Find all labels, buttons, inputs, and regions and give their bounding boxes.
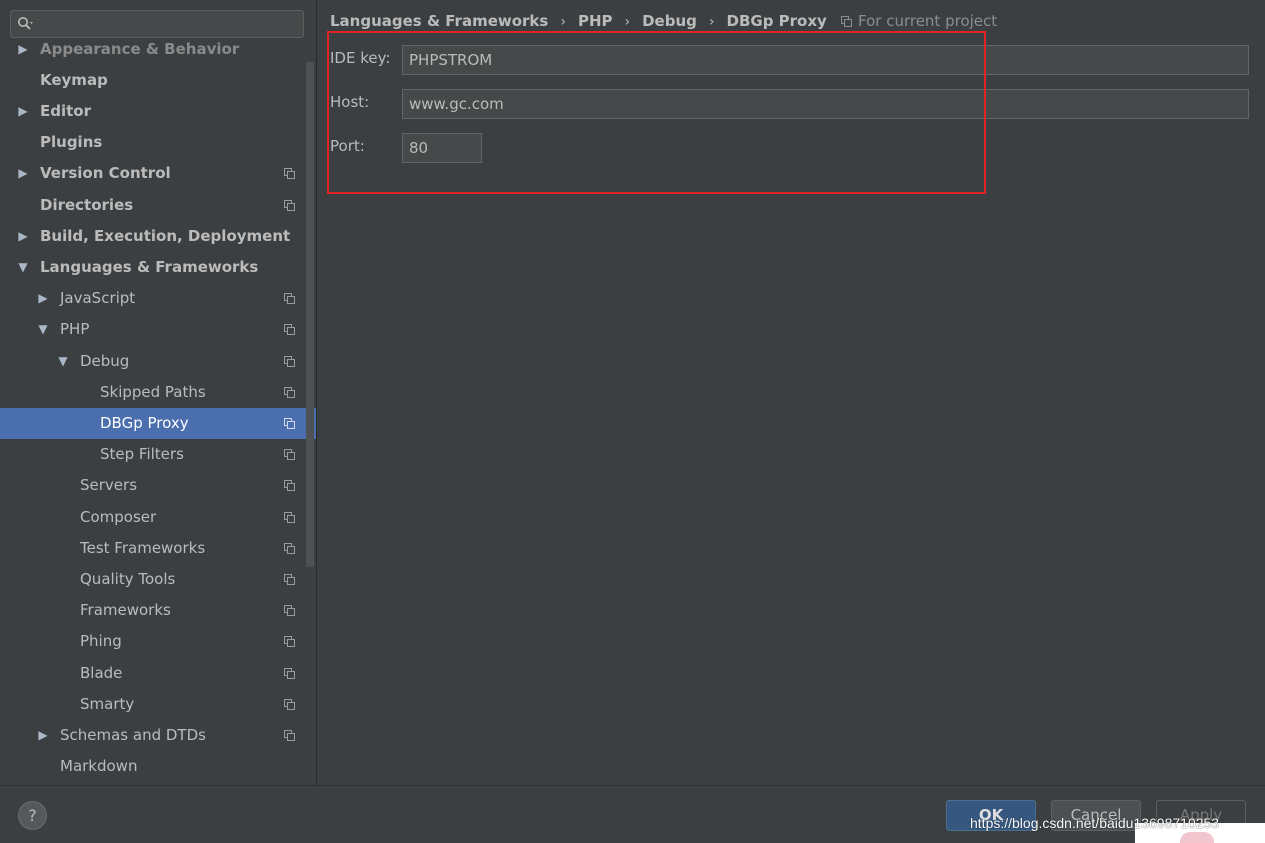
ide-key-input[interactable] (402, 45, 1249, 75)
sidebar-item-smarty[interactable]: Smarty (0, 689, 316, 720)
sidebar-item-keymap[interactable]: Keymap (0, 65, 316, 96)
sidebar-item-php[interactable]: ▼ PHP (0, 314, 316, 345)
project-level-icon (284, 636, 295, 648)
sidebar-item-appearance-behavior[interactable]: ▶ Appearance & Behavior (0, 34, 316, 65)
search-icon (18, 17, 33, 30)
sidebar-item-label: Markdown (60, 757, 138, 776)
collapsed-arrow-icon[interactable]: ▶ (17, 96, 29, 127)
sidebar-item-composer[interactable]: Composer (0, 502, 316, 533)
sidebar-item-directories[interactable]: Directories (0, 190, 316, 221)
sidebar-item-label: Phing (80, 632, 122, 651)
sidebar-item-label: Plugins (40, 133, 103, 152)
sidebar-item-label: Appearance & Behavior (40, 39, 240, 58)
collapsed-arrow-icon[interactable]: ▶ (17, 158, 29, 189)
project-level-icon (284, 417, 295, 429)
breadcrumb-separator: › (708, 14, 715, 30)
project-level-icon (284, 355, 295, 367)
watermark-text: https://blog.csdn.net/baidu13698710253 (970, 815, 1220, 831)
project-level-icon (284, 199, 295, 211)
sidebar-item-label: Version Control (40, 164, 171, 183)
help-button[interactable]: ? (18, 801, 47, 830)
sidebar-item-label: Test Frameworks (80, 538, 206, 557)
project-level-icon (284, 542, 295, 554)
sidebar-item-label: Blade (80, 663, 123, 682)
sidebar-scrollbar[interactable] (306, 62, 314, 567)
corner-overlay-shape (1180, 832, 1214, 843)
project-level-icon (284, 667, 295, 679)
project-level-icon (284, 729, 295, 741)
sidebar-item-label: JavaScript (60, 289, 136, 308)
project-level-icon (284, 573, 295, 585)
sidebar-item-frameworks[interactable]: Frameworks (0, 595, 316, 626)
project-scope-label: For current project (858, 12, 998, 30)
sidebar-item-skipped-paths[interactable]: Skipped Paths (0, 377, 316, 408)
sidebar-item-label: Step Filters (100, 445, 184, 464)
sidebar-item-label: Frameworks (80, 601, 171, 620)
collapsed-arrow-icon[interactable]: ▶ (37, 283, 49, 314)
sidebar-item-label: Editor (40, 101, 91, 120)
sidebar-item-languages-frameworks[interactable]: ▼ Languages & Frameworks (0, 252, 316, 283)
sidebar-item-label: DBGp Proxy (100, 413, 189, 432)
breadcrumb-item: PHP (577, 12, 613, 30)
sidebar-item-label: Quality Tools (80, 569, 176, 588)
sidebar-item-label: Build, Execution, Deployment (40, 226, 291, 245)
host-label: Host: (330, 93, 370, 111)
host-input[interactable] (402, 89, 1249, 119)
sidebar-item-label: Smarty (80, 694, 135, 713)
settings-sidebar: ▶ Appearance & Behavior Keymap ▶ Editor Plugi… (0, 0, 317, 785)
sidebar-item-servers[interactable]: Servers (0, 470, 316, 501)
sidebar-item-markdown[interactable]: Markdown (0, 751, 316, 782)
project-level-icon (284, 480, 295, 492)
project-level-icon (284, 386, 295, 398)
project-scope-indicator: For current project (841, 10, 997, 32)
expanded-arrow-icon[interactable]: ▼ (17, 252, 29, 283)
sidebar-item-label: Servers (80, 476, 138, 495)
sidebar-item-schemas-and-dtds[interactable]: ▶ Schemas and DTDs (0, 720, 316, 751)
breadcrumb-separator: › (560, 14, 566, 30)
sidebar-item-blade[interactable]: Blade (0, 658, 316, 689)
breadcrumb-item: Languages & Frameworks (330, 12, 549, 30)
collapsed-arrow-icon[interactable]: ▶ (17, 34, 29, 65)
breadcrumb-item: DBGp Proxy (726, 12, 827, 30)
sidebar-item-dbgp-proxy[interactable]: DBGp Proxy (0, 407, 316, 439)
sidebar-item-build-execution-deployment[interactable]: ▶ Build, Execution, Deployment (0, 221, 316, 252)
expanded-arrow-icon[interactable]: ▼ (37, 314, 49, 345)
sidebar-item-editor[interactable]: ▶ Editor (0, 96, 316, 127)
sidebar-item-label: Schemas and DTDs (60, 725, 206, 744)
sidebar-item-phing[interactable]: Phing (0, 626, 316, 657)
sidebar-item-version-control[interactable]: ▶ Version Control (0, 158, 316, 189)
project-level-icon (284, 698, 295, 710)
ide-key-label: IDE key: (330, 49, 391, 67)
port-input[interactable] (402, 133, 482, 163)
breadcrumb-separator: › (624, 14, 631, 30)
sidebar-item-label: Keymap (40, 70, 108, 89)
sidebar-item-label: PHP (60, 320, 90, 339)
port-label: Port: (330, 137, 365, 155)
sidebar-item-debug[interactable]: ▼ Debug (0, 346, 316, 377)
sidebar-item-label: Languages & Frameworks (40, 257, 259, 276)
project-level-icon (284, 511, 295, 523)
project-level-icon (284, 324, 295, 336)
sidebar-item-label: Directories (40, 195, 134, 214)
sidebar-item-javascript[interactable]: ▶ JavaScript (0, 283, 316, 314)
dialog-button-bar: ? OK Cancel Apply (0, 785, 1265, 843)
project-level-icon (284, 168, 295, 180)
settings-content-panel: Languages & Frameworks › PHP › Debug › DBGp Pr… (317, 0, 1265, 785)
sidebar-item-label: Debug (80, 351, 130, 370)
breadcrumb: Languages & Frameworks › PHP › Debug › DBGp Pr… (330, 10, 827, 32)
project-level-icon (284, 449, 295, 461)
expanded-arrow-icon[interactable]: ▼ (57, 346, 69, 377)
project-level-icon (284, 605, 295, 617)
project-scope-icon (841, 16, 852, 27)
sidebar-item-step-filters[interactable]: Step Filters (0, 439, 316, 470)
sidebar-item-label: Composer (80, 507, 157, 526)
collapsed-arrow-icon[interactable]: ▶ (17, 221, 29, 252)
sidebar-item-label: Skipped Paths (100, 382, 206, 401)
sidebar-item-quality-tools[interactable]: Quality Tools (0, 564, 316, 595)
sidebar-item-test-frameworks[interactable]: Test Frameworks (0, 533, 316, 564)
sidebar-item-plugins[interactable]: Plugins (0, 127, 316, 158)
collapsed-arrow-icon[interactable]: ▶ (37, 720, 49, 751)
breadcrumb-item: Debug (642, 12, 697, 30)
project-level-icon (284, 293, 295, 305)
